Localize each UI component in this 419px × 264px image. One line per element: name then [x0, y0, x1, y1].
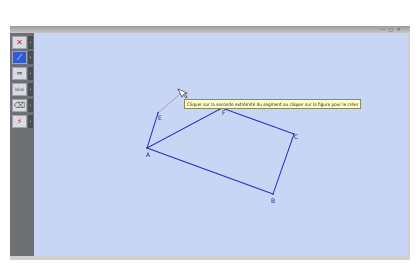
point-E-marker[interactable]	[157, 112, 159, 114]
geometry-figure[interactable]: A B C E F	[0, 0, 419, 264]
cursor-icon	[177, 88, 188, 99]
point-A-label: A	[146, 152, 151, 159]
rectangle-shape[interactable]	[145, 107, 295, 195]
point-C-label: C	[294, 134, 298, 141]
point-F-label: F	[222, 110, 226, 117]
segment-in-progress	[157, 93, 181, 114]
point-B-marker[interactable]	[272, 193, 274, 195]
point-B-label: B	[271, 198, 275, 205]
point-E-label: E	[158, 115, 162, 122]
instruction-tooltip: Cliquer sur la seconde extrémité du segm…	[184, 99, 362, 109]
point-A-marker[interactable]	[146, 147, 148, 149]
